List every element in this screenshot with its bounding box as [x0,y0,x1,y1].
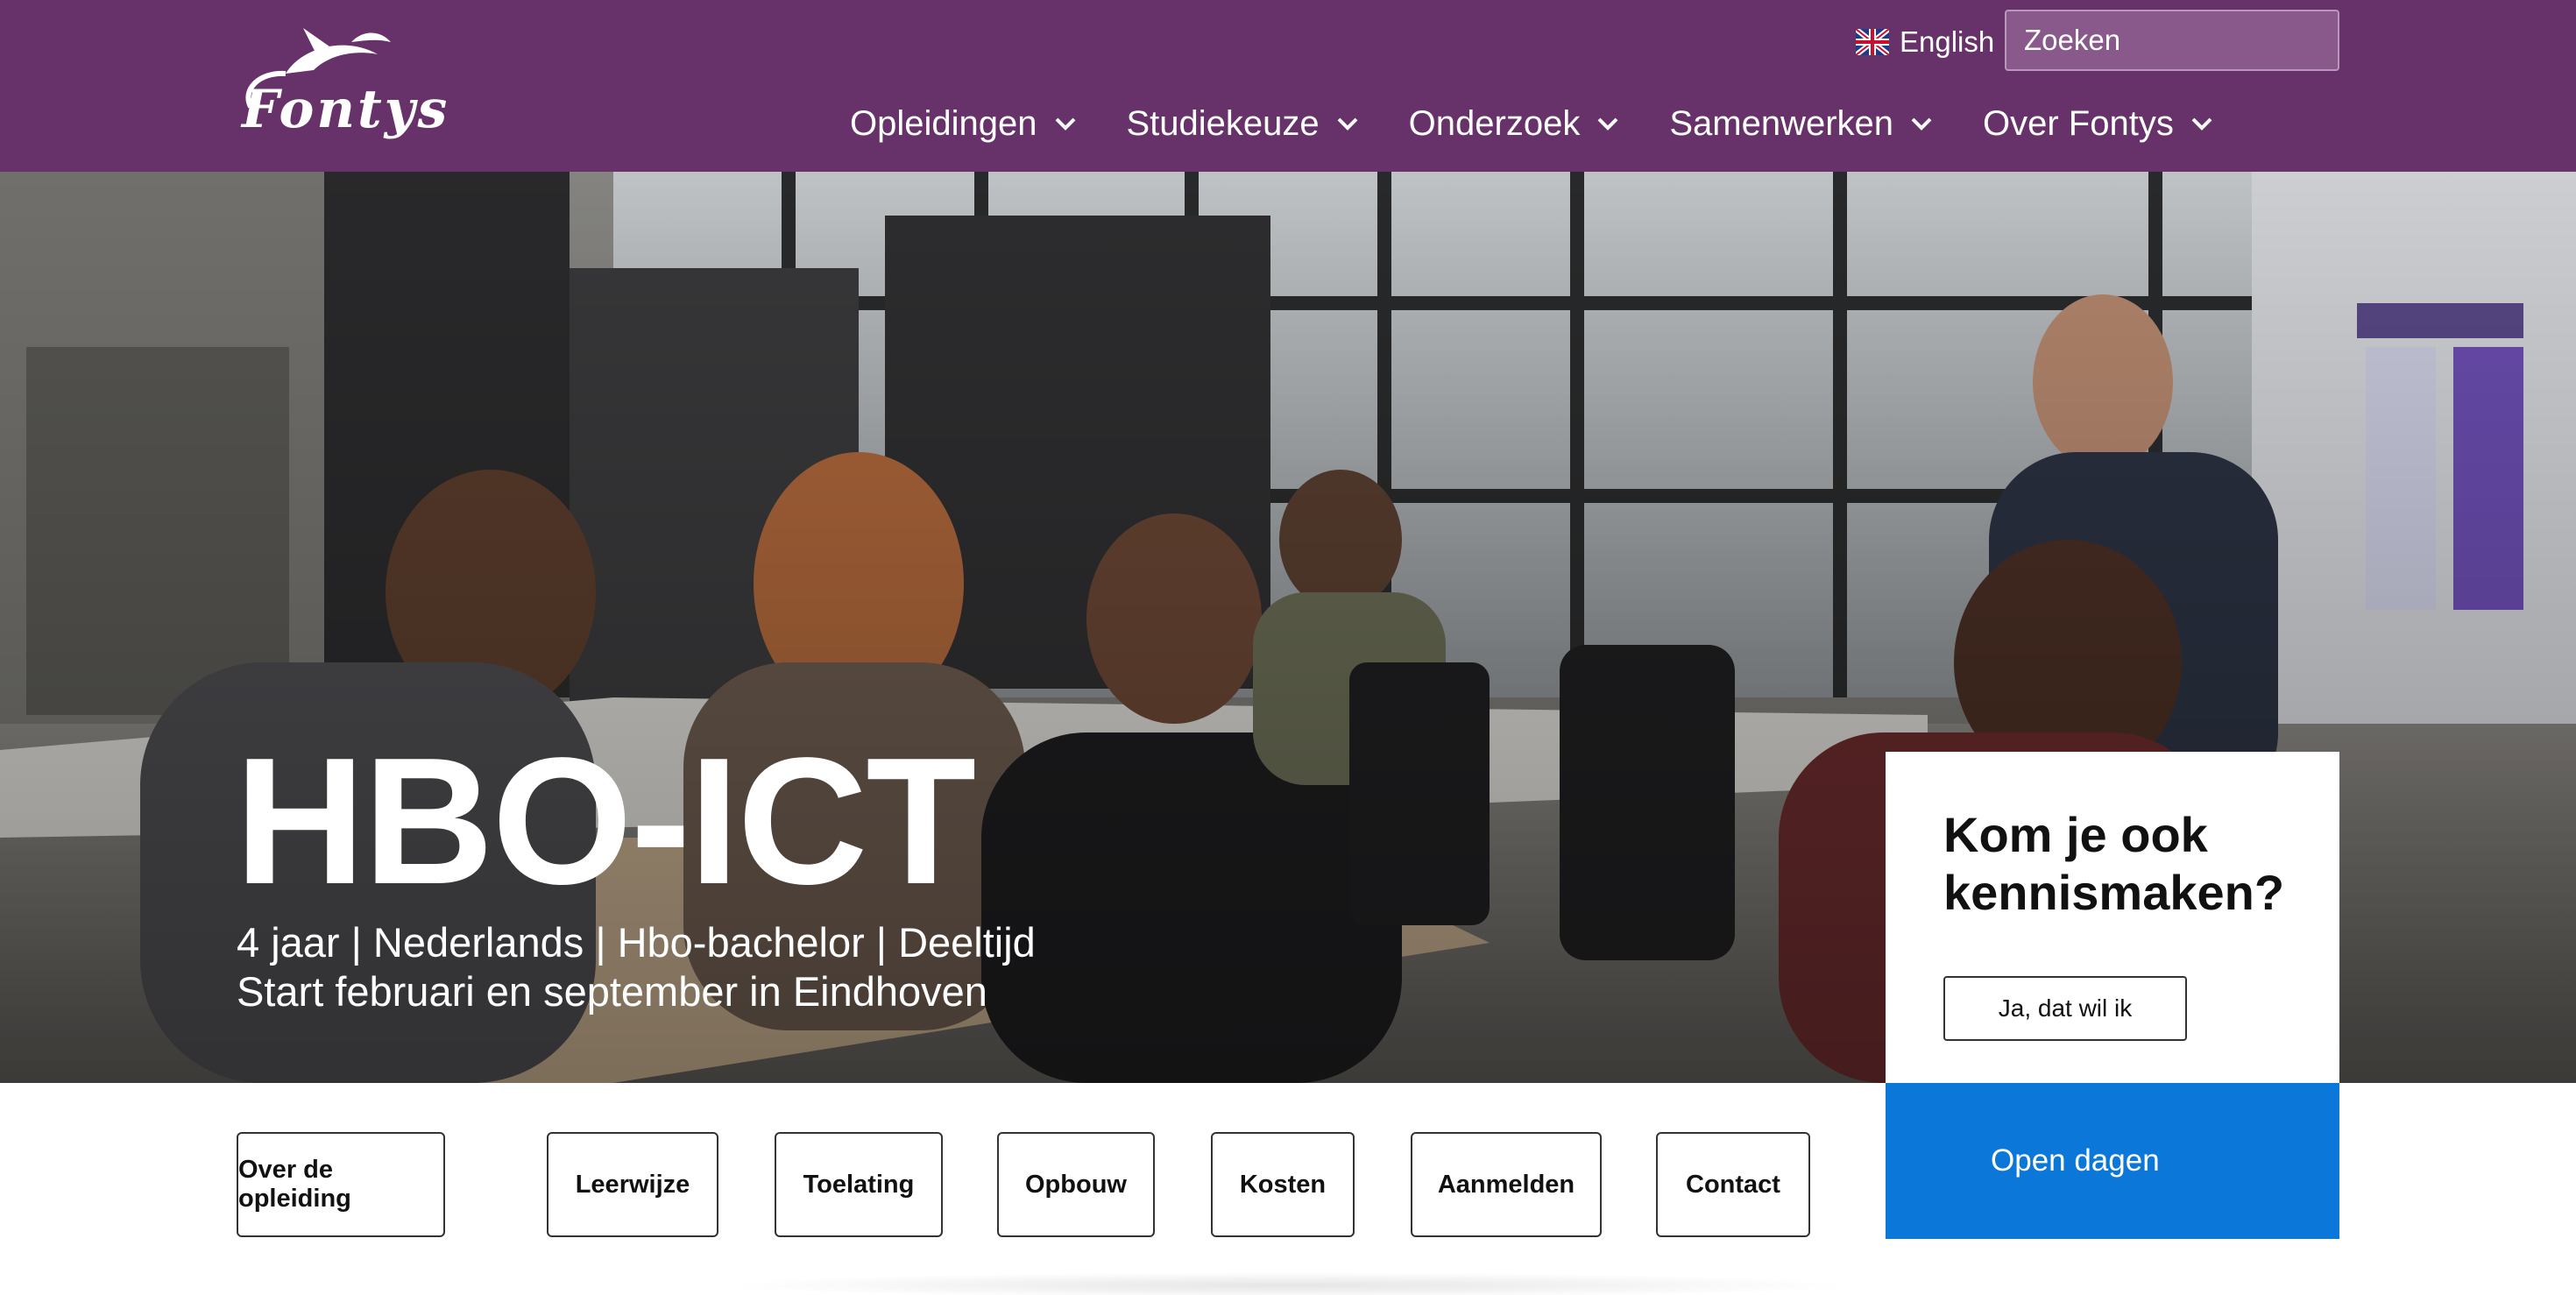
subnav-kosten[interactable]: Kosten [1211,1132,1355,1237]
subnav-opbouw[interactable]: Opbouw [997,1132,1155,1237]
content-shadow [718,1272,1858,1295]
search-input[interactable] [2005,10,2339,71]
subnav-over-de-opleiding[interactable]: Over de opleiding [237,1132,445,1237]
nav-label: Over Fontys [1983,103,2174,143]
chevron-down-icon [2191,117,2212,131]
nav-item-samenwerken[interactable]: Samenwerken [1669,95,1934,152]
hero-meta: 4 jaar | Nederlands | Hbo-bachelor | Dee… [237,918,1036,1016]
nav-item-studiekeuze[interactable]: Studiekeuze [1127,95,1360,152]
hero-meta-line1: 4 jaar | Nederlands | Hbo-bachelor | Dee… [237,919,1036,966]
nav-label: Onderzoek [1408,103,1581,143]
hero-title: HBO-ICT [235,720,976,922]
nav-label: Studiekeuze [1126,103,1320,143]
subnav-contact[interactable]: Contact [1656,1132,1810,1237]
subnav-leerwijze[interactable]: Leerwijze [547,1132,718,1237]
cta-card: Kom je ook kennismaken? Ja, dat wil ik [1886,752,2339,1083]
uk-flag-icon [1856,29,1889,55]
fontys-logo[interactable]: Fontys [233,19,478,151]
chevron-down-icon [1911,117,1932,131]
main-nav: Opleidingen Studiekeuze Onderzoek Samenw… [850,95,2263,152]
hero-meta-line2: Start februari en september in Eindhoven [237,968,987,1015]
nav-item-over-fontys[interactable]: Over Fontys [1983,95,2214,152]
nav-item-opleidingen[interactable]: Opleidingen [850,95,1078,152]
nav-item-onderzoek[interactable]: Onderzoek [1409,95,1621,152]
cta-button[interactable]: Ja, dat wil ik [1943,976,2187,1041]
language-switch[interactable]: English [1856,23,1994,61]
chevron-down-icon [1337,117,1358,131]
language-label: English [1900,25,1995,58]
nav-label: Opleidingen [850,103,1037,143]
cta-title: Kom je ook kennismaken? [1943,807,2285,920]
subnav-aanmelden[interactable]: Aanmelden [1411,1132,1602,1237]
nav-label: Samenwerken [1669,103,1894,143]
site-header: Fontys English Opleidingen Studiekeuze O… [0,0,2576,172]
logo-text: Fontys [242,79,450,140]
chevron-down-icon [1055,117,1075,131]
chevron-down-icon [1597,117,1618,131]
sub-nav: Over de opleiding Leerwijze Toelating Op… [0,1132,2576,1237]
subnav-toelating[interactable]: Toelating [775,1132,943,1237]
